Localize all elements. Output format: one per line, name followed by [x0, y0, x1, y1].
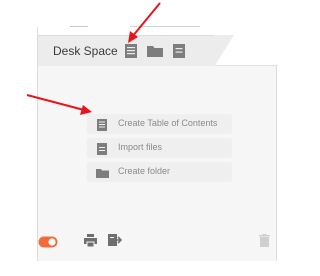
tab-title: Desk Space [53, 44, 118, 58]
menu-item-label: Create Table of Contents [118, 118, 218, 128]
document-icon [96, 142, 108, 155]
folder-icon[interactable] [147, 44, 163, 58]
desk-space-panel: Desk Space Create Table of Contents Impo… [37, 27, 278, 261]
import-files-item[interactable]: Import files [87, 138, 232, 158]
create-folder-item[interactable]: Create folder [87, 162, 232, 182]
menu-item-label: Import files [118, 142, 163, 152]
toggle-icon[interactable] [38, 235, 58, 253]
trash-icon[interactable] [259, 234, 270, 252]
menu-item-label: Create folder [118, 166, 171, 176]
folder-icon [96, 166, 109, 178]
document-icon[interactable] [172, 44, 186, 58]
create-table-of-contents-item[interactable]: Create Table of Contents [87, 114, 232, 134]
print-icon[interactable] [84, 234, 97, 252]
document-list-icon [96, 118, 108, 131]
table-of-contents-icon[interactable] [124, 44, 138, 58]
tab-desk-space[interactable]: Desk Space [38, 35, 234, 67]
panel-header: Desk Space [38, 27, 278, 67]
export-icon[interactable] [108, 233, 123, 252]
